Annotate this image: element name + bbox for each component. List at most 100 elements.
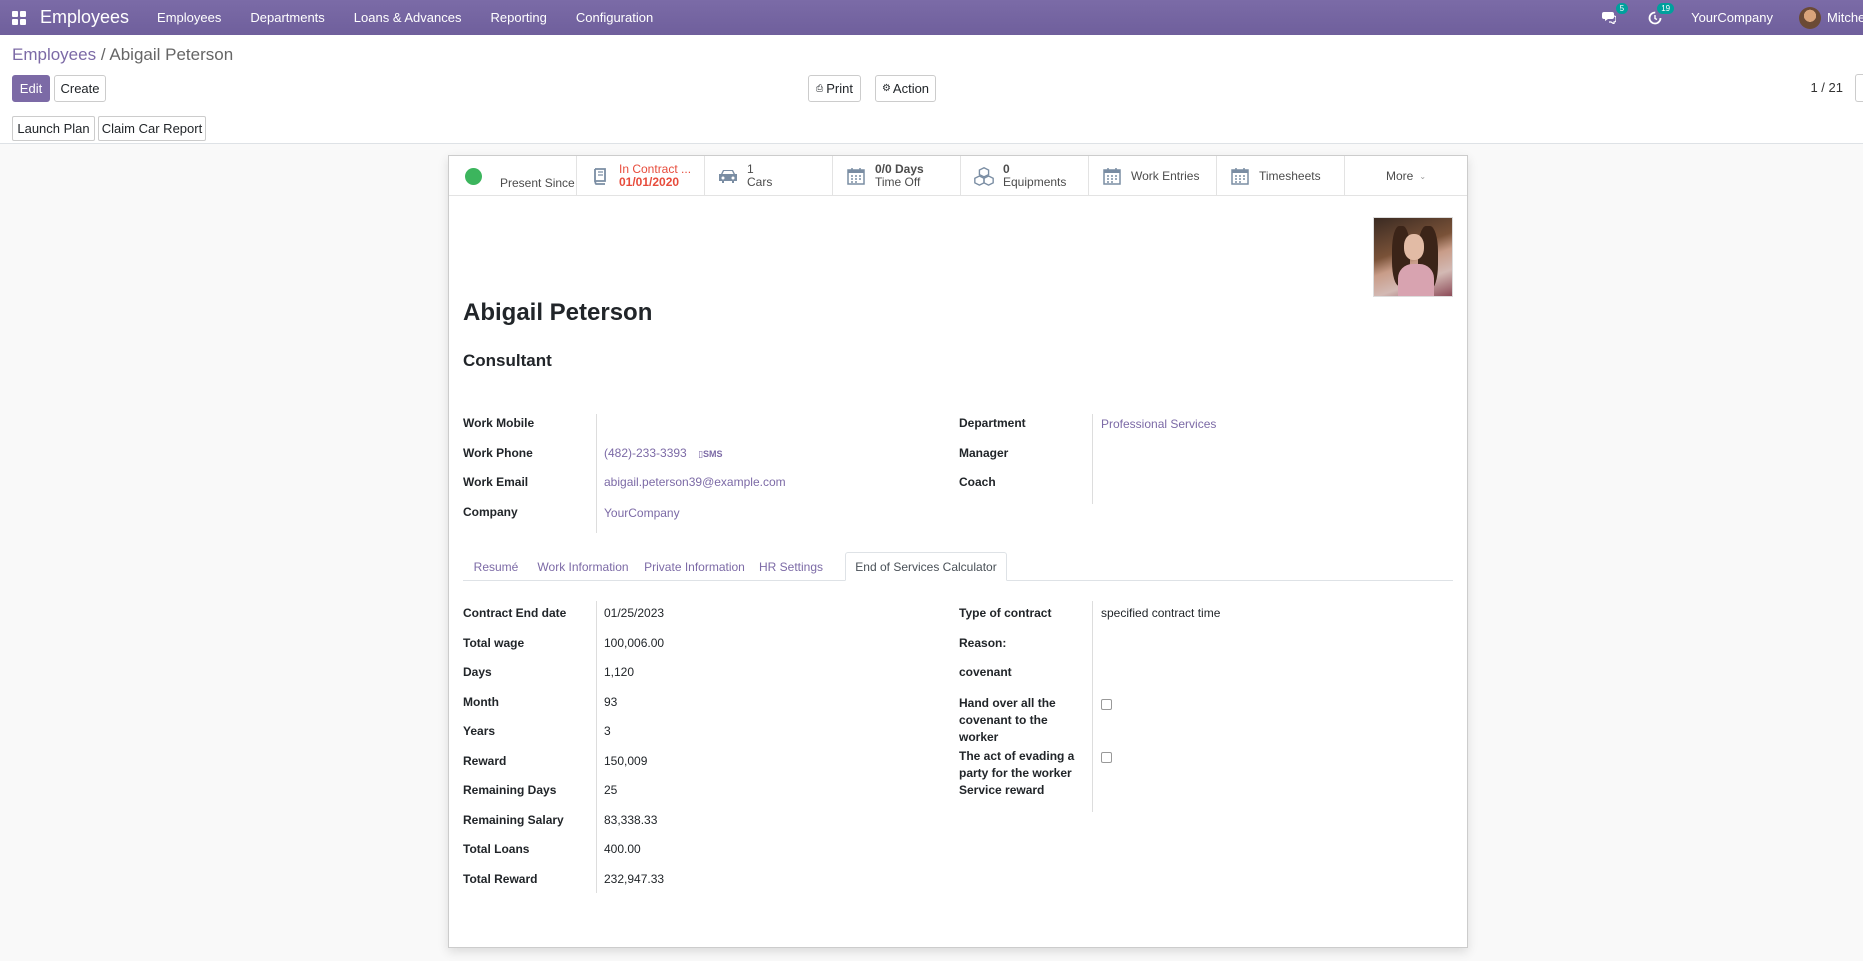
print-icon: ⎙ bbox=[816, 83, 824, 93]
claim-car-report-button[interactable]: Claim Car Report bbox=[98, 116, 206, 141]
pager-previous-button[interactable] bbox=[1855, 74, 1863, 102]
hand-over-covenant-checkbox[interactable] bbox=[1101, 699, 1112, 710]
launch-plan-button[interactable]: Launch Plan bbox=[12, 116, 95, 141]
type-of-contract-label: Type of contract bbox=[959, 606, 1052, 620]
work-email-label: Work Email bbox=[463, 475, 529, 489]
evading-party-checkbox[interactable] bbox=[1101, 752, 1112, 763]
employee-job-title[interactable]: Consultant bbox=[463, 351, 552, 371]
calendar-icon bbox=[1101, 165, 1123, 187]
evading-label-line: party for the worker bbox=[959, 766, 1072, 780]
years-field[interactable]: 3 bbox=[604, 724, 611, 738]
group-divider bbox=[596, 414, 597, 533]
employee-photo[interactable] bbox=[1373, 217, 1453, 297]
equipments-button[interactable]: 0 Equipments bbox=[961, 156, 1089, 196]
tab-work-information[interactable]: Work Information bbox=[531, 552, 635, 581]
group-divider bbox=[1092, 601, 1093, 812]
contract-button[interactable]: In Contract ... 01/01/2020 bbox=[577, 156, 705, 196]
menu-loans-advances[interactable]: Loans & Advances bbox=[354, 10, 462, 25]
messages-icon[interactable]: 5 bbox=[1599, 2, 1629, 28]
manager-label: Manager bbox=[959, 446, 1009, 460]
remaining-days-field[interactable]: 25 bbox=[604, 783, 617, 797]
work-entries-button[interactable]: Work Entries bbox=[1089, 156, 1217, 196]
work-entries-label: Work Entries bbox=[1131, 168, 1200, 183]
more-button[interactable]: More ⌄ bbox=[1345, 156, 1467, 196]
presence-status-icon bbox=[465, 167, 482, 185]
sms-label: SMS bbox=[703, 449, 723, 459]
activities-icon[interactable]: 19 bbox=[1645, 2, 1675, 28]
create-button[interactable]: Create bbox=[54, 75, 106, 102]
sms-button[interactable]: ▯SMS bbox=[698, 449, 722, 459]
work-email-field[interactable]: abigail.peterson39@example.com bbox=[604, 475, 786, 489]
total-reward-label: Total Reward bbox=[463, 872, 538, 886]
contract-end-date-field[interactable]: 01/25/2023 bbox=[604, 606, 664, 620]
work-phone-value[interactable]: (482)-233-3393 bbox=[604, 446, 687, 460]
menu-employees[interactable]: Employees bbox=[157, 10, 221, 25]
coach-label: Coach bbox=[959, 475, 996, 489]
breadcrumb-current: Abigail Peterson bbox=[109, 45, 234, 64]
calendar-icon bbox=[1229, 165, 1251, 187]
group-divider bbox=[596, 601, 597, 893]
total-loans-field[interactable]: 400.00 bbox=[604, 842, 641, 856]
department-field[interactable]: Professional Services bbox=[1101, 417, 1216, 431]
hand-over-label-line: Hand over all the bbox=[959, 696, 1056, 710]
timesheets-label: Timesheets bbox=[1259, 168, 1321, 183]
total-loans-label: Total Loans bbox=[463, 842, 530, 856]
time-off-button[interactable]: 0/0 Days Time Off bbox=[833, 156, 961, 196]
days-field[interactable]: 1,120 bbox=[604, 665, 634, 679]
menu-departments[interactable]: Departments bbox=[250, 10, 324, 25]
tab-hr-settings[interactable]: HR Settings bbox=[754, 552, 828, 581]
company-label: Company bbox=[463, 505, 518, 519]
reward-label: Reward bbox=[463, 754, 507, 768]
breadcrumb-employees-link[interactable]: Employees bbox=[12, 45, 96, 64]
chevron-down-icon: ⌄ bbox=[1419, 171, 1427, 181]
type-of-contract-field[interactable]: specified contract time bbox=[1101, 606, 1220, 620]
total-wage-field[interactable]: 100,006.00 bbox=[604, 636, 664, 650]
user-avatar[interactable] bbox=[1799, 6, 1821, 29]
user-menu[interactable]: Mitchell Admin bbox=[1827, 10, 1863, 25]
presence-button[interactable]: Present Since bbox=[449, 156, 577, 196]
employee-form-sheet: Present Since In Contract ... 01/01/2020… bbox=[448, 155, 1468, 948]
total-wage-label: Total wage bbox=[463, 636, 525, 650]
hand-over-label-line: worker bbox=[959, 730, 999, 744]
tab-end-of-services-calculator[interactable]: End of Services Calculator bbox=[845, 552, 1007, 581]
timesheets-button[interactable]: Timesheets bbox=[1217, 156, 1345, 196]
evading-label-line: The act of evading a bbox=[959, 749, 1075, 763]
gear-icon: ⚙ bbox=[881, 83, 891, 94]
menu-configuration[interactable]: Configuration bbox=[576, 10, 653, 25]
company-switcher[interactable]: YourCompany bbox=[1691, 10, 1773, 25]
time-off-label: Time Off bbox=[875, 175, 921, 189]
tab-private-information[interactable]: Private Information bbox=[638, 552, 751, 581]
covenant-label: covenant bbox=[959, 665, 1012, 679]
reward-field[interactable]: 150,009 bbox=[604, 754, 647, 768]
month-label: Month bbox=[463, 695, 499, 709]
employee-name[interactable]: Abigail Peterson bbox=[463, 299, 652, 327]
department-label: Department bbox=[959, 416, 1026, 430]
remaining-salary-field[interactable]: 83,338.33 bbox=[604, 813, 657, 827]
cars-button[interactable]: 1 Cars bbox=[705, 156, 833, 196]
work-phone-field[interactable]: (482)-233-3393 ▯SMS bbox=[604, 446, 723, 460]
header-buttons-bar: Launch Plan Claim Car Report bbox=[0, 114, 1863, 144]
edit-button[interactable]: Edit bbox=[12, 75, 50, 102]
apps-menu-icon[interactable] bbox=[0, 0, 38, 35]
total-reward-field[interactable]: 232,947.33 bbox=[604, 872, 664, 886]
action-button[interactable]: ⚙ Action bbox=[875, 75, 936, 102]
more-label: More bbox=[1385, 169, 1414, 183]
contract-end-date-label: Contract End date bbox=[463, 606, 567, 620]
control-panel: Employees / Abigail Peterson Edit Create… bbox=[0, 35, 1863, 144]
remaining-days-label: Remaining Days bbox=[463, 783, 557, 797]
work-mobile-label: Work Mobile bbox=[463, 416, 535, 430]
tab-resume[interactable]: Resumé bbox=[463, 552, 529, 581]
contract-date: 01/01/2020 bbox=[619, 175, 680, 189]
calendar-icon bbox=[845, 165, 867, 187]
action-label: Action bbox=[892, 81, 930, 96]
print-button[interactable]: ⎙ Print bbox=[808, 75, 861, 102]
reason-label: Reason: bbox=[959, 636, 1007, 650]
app-title[interactable]: Employees bbox=[40, 7, 129, 28]
pager-value[interactable]: 1 / 21 bbox=[1810, 80, 1843, 95]
month-field[interactable]: 93 bbox=[604, 695, 617, 709]
company-field[interactable]: YourCompany bbox=[604, 506, 680, 520]
breadcrumb: Employees / Abigail Peterson bbox=[12, 45, 233, 65]
breadcrumb-separator: / bbox=[100, 45, 106, 64]
menu-reporting[interactable]: Reporting bbox=[490, 10, 546, 25]
car-icon bbox=[717, 165, 739, 187]
